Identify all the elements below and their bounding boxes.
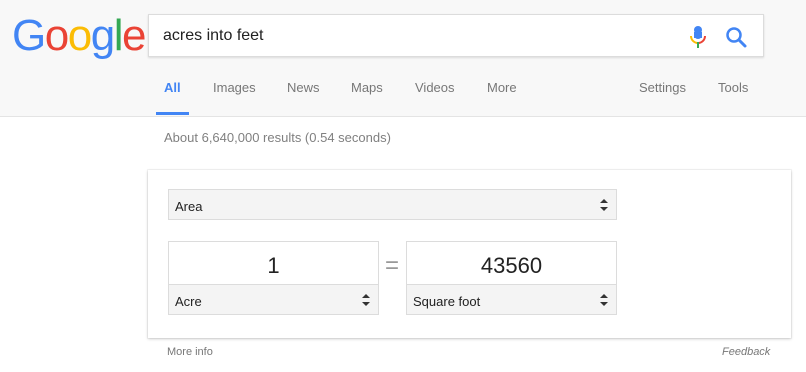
up-down-arrows-icon <box>362 294 370 306</box>
tab-all[interactable]: All <box>164 80 181 95</box>
tab-more[interactable]: More <box>487 80 517 95</box>
search-button[interactable] <box>724 25 748 49</box>
tab-tools[interactable]: Tools <box>718 80 748 95</box>
to-unit-select[interactable]: Square foot <box>406 284 617 315</box>
search-input[interactable] <box>163 15 663 56</box>
tab-settings[interactable]: Settings <box>639 80 686 95</box>
search-box <box>148 14 764 57</box>
more-info-link[interactable]: More info <box>167 346 213 358</box>
to-value-text: 43560 <box>480 253 543 278</box>
search-icon <box>726 27 747 48</box>
header: Google All Images News Maps Videos More … <box>0 0 806 117</box>
tab-news[interactable]: News <box>287 80 320 95</box>
up-down-arrows-icon <box>600 294 608 306</box>
logo-letter: g <box>90 11 115 60</box>
equals-sign: = <box>384 252 399 279</box>
category-select[interactable]: Area <box>168 189 617 220</box>
tab-videos[interactable]: Videos <box>415 80 455 95</box>
to-unit-label: Square foot <box>413 294 481 309</box>
microphone-icon <box>690 26 706 48</box>
feedback-link[interactable]: Feedback <box>722 346 770 358</box>
unit-converter-card: Area 1 Acre = 43560 Square foot <box>148 170 791 338</box>
from-value-input[interactable]: 1 <box>168 241 379 285</box>
voice-search-button[interactable] <box>688 25 708 49</box>
from-value-text: 1 <box>267 253 280 278</box>
to-value-input[interactable]: 43560 <box>406 241 617 285</box>
google-logo[interactable]: Google <box>12 10 146 62</box>
logo-letter: l <box>113 11 124 60</box>
logo-letter: G <box>12 11 46 60</box>
from-unit-select[interactable]: Acre <box>168 284 379 315</box>
logo-letter: o <box>44 11 69 60</box>
from-unit-label: Acre <box>175 294 202 309</box>
tab-maps[interactable]: Maps <box>351 80 383 95</box>
logo-letter: e <box>121 11 146 60</box>
result-stats: About 6,640,000 results (0.54 seconds) <box>164 130 391 145</box>
tab-images[interactable]: Images <box>213 80 256 95</box>
logo-letter: o <box>67 11 92 60</box>
category-select-label: Area <box>175 199 203 214</box>
active-tab-indicator <box>156 112 189 115</box>
up-down-arrows-icon <box>600 199 608 211</box>
